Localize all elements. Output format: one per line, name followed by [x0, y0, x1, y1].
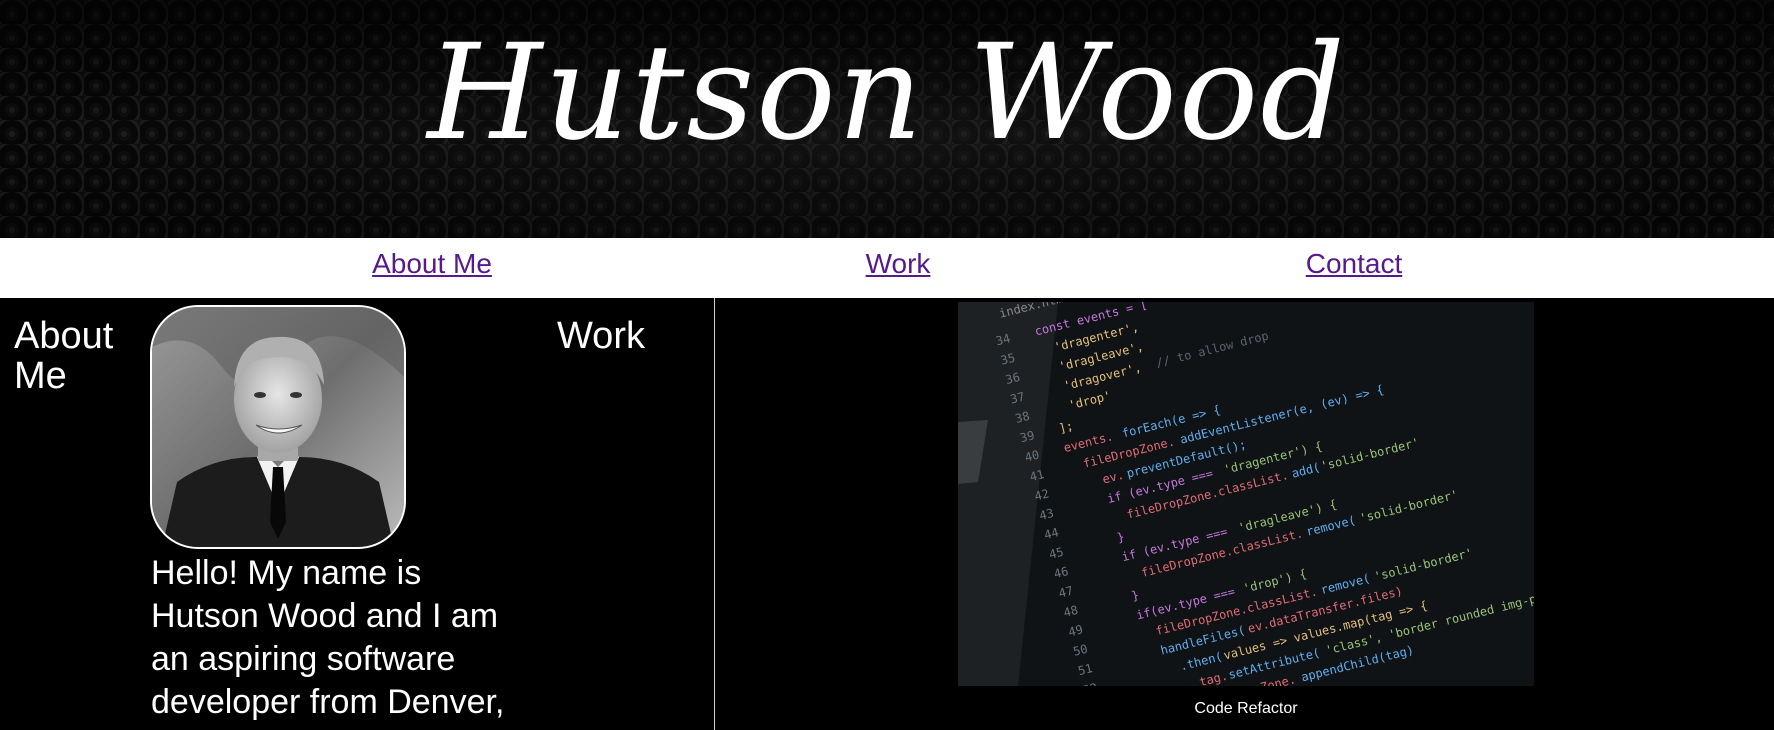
nav-link-about[interactable]: About Me [372, 248, 492, 280]
code-screenshot: index.html 34const events = [ 35'dragent… [958, 302, 1534, 686]
nav-link-work[interactable]: Work [866, 248, 931, 280]
about-section: About Me Hello! My name is Hutson Wood a… [0, 298, 714, 730]
about-bio: Hello! My name is Hutson Wood and I am a… [151, 554, 505, 721]
profile-photo [150, 305, 406, 549]
nav-link-contact[interactable]: Contact [1306, 248, 1403, 280]
site-title: Hutson Wood [427, 16, 1347, 170]
main-nav: About Me Work Contact [0, 238, 1774, 298]
about-heading: About Me [14, 315, 114, 397]
site-header: Hutson Wood [0, 0, 1774, 238]
project-caption: Code Refactor [1194, 700, 1298, 717]
project-image-code-refactor[interactable]: index.html 34 const events = [ 35'dragent… [958, 302, 1534, 686]
section-divider [714, 298, 715, 730]
work-heading: Work [557, 315, 645, 357]
